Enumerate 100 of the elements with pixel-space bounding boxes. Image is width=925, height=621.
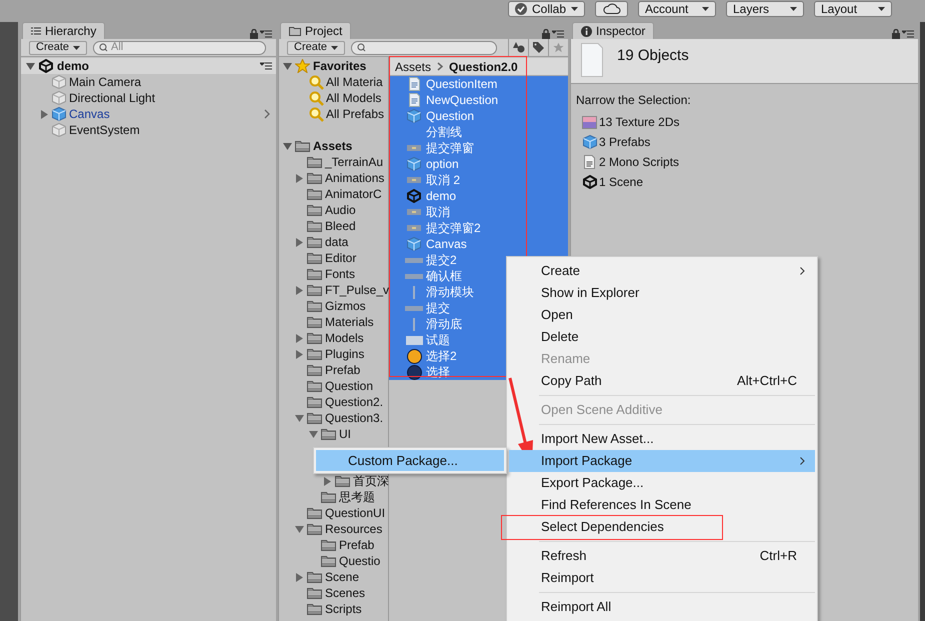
hierarchy-row[interactable]: Main Camera [21, 74, 276, 90]
tree-row[interactable]: data [279, 234, 388, 250]
scene-header[interactable]: demo [21, 58, 276, 74]
collapse-arrow-icon[interactable] [295, 526, 304, 532]
folder-icon [307, 348, 322, 360]
tree-item: data [325, 236, 348, 248]
hierarchy-row[interactable]: Directional Light [21, 90, 276, 106]
tree-item: Gizmos [325, 300, 366, 312]
tree-row[interactable]: Scenes [279, 585, 388, 601]
collapse-arrow-icon[interactable] [283, 142, 292, 150]
menu-item[interactable]: Import New Asset... [509, 428, 815, 450]
tree-row[interactable]: Materials [279, 314, 388, 330]
tree-row[interactable]: AnimatorC [279, 186, 388, 202]
toolbar-button[interactable] [595, 0, 628, 16]
asset-item[interactable]: Question [389, 108, 568, 124]
tree-row[interactable]: Prefab [279, 362, 388, 378]
collapse-arrow-icon[interactable] [283, 62, 292, 70]
tree-row[interactable]: Bleed [279, 218, 388, 234]
tree-row[interactable]: Gizmos [279, 298, 388, 314]
collapse-arrow-icon[interactable] [26, 62, 35, 70]
tree-row[interactable]: Models [279, 330, 388, 346]
tree-row[interactable]: Question3. [279, 410, 388, 426]
lock-icon[interactable] [250, 29, 258, 39]
search-field[interactable] [351, 40, 498, 54]
expand-arrow-icon[interactable] [296, 286, 303, 294]
menu-item[interactable]: Find References In Scene [509, 494, 815, 516]
cube-icon [52, 75, 66, 89]
asset-item[interactable]: QuestionItem [389, 76, 568, 92]
expand-arrow-icon[interactable] [296, 238, 303, 246]
panel-tab[interactable]: Project [280, 22, 352, 39]
tree-row[interactable]: UI [279, 426, 388, 442]
hierarchy-row[interactable]: Canvas [21, 106, 276, 122]
menu-item[interactable]: Select Dependencies [509, 516, 815, 538]
tree-item[interactable]: Assets [313, 140, 352, 152]
tree-row[interactable]: Prefab [279, 537, 388, 553]
hierarchy-row[interactable]: EventSystem [21, 122, 276, 138]
panel-tab[interactable]: Hierarchy [22, 22, 106, 39]
toolbar-button[interactable]: Layers [726, 0, 804, 16]
asset-item[interactable]: 分割线 [389, 124, 568, 140]
breadcrumb-item[interactable]: Assets [395, 60, 432, 72]
tree-row[interactable]: FT_Pulse_v [279, 282, 388, 298]
tree-row[interactable]: Question [279, 378, 388, 394]
menu-icon[interactable] [902, 30, 914, 38]
tree-item[interactable]: Favorites [313, 60, 366, 72]
asset-item[interactable]: 提交弹窗 [389, 140, 568, 156]
tree-row[interactable]: 首页深 [279, 473, 388, 489]
tree-row[interactable]: 思考题 [279, 489, 388, 505]
tree-row[interactable]: Fonts [279, 266, 388, 282]
tree-row[interactable]: _TerrainAu [279, 154, 388, 170]
tree-row[interactable]: Editor [279, 250, 388, 266]
menu-item[interactable]: Export Package... [509, 472, 815, 494]
asset-item[interactable]: NewQuestion [389, 92, 568, 108]
menu-item[interactable]: Refresh Ctrl+R [509, 545, 815, 567]
expand-arrow-icon[interactable] [296, 174, 303, 182]
tree-item[interactable]: All Prefabs [326, 108, 384, 120]
tree-row[interactable]: Questio [279, 553, 388, 569]
expand-arrow-icon[interactable] [296, 572, 303, 582]
tree-row[interactable]: QuestionUI [279, 505, 388, 521]
folder-icon [321, 555, 336, 567]
tree-row[interactable]: Resources [279, 521, 388, 537]
lock-icon[interactable] [892, 29, 900, 39]
menu-item[interactable]: Import Package [509, 450, 815, 472]
tree-row[interactable]: Scene [279, 569, 388, 585]
asset-item[interactable]: 取消 2 [389, 172, 568, 188]
asset-item[interactable]: 提交弹窗2 [389, 220, 568, 236]
tree-row[interactable]: Plugins [279, 346, 388, 362]
type-filter-item[interactable]: 3 Prefabs [599, 136, 650, 148]
type-filter-item[interactable]: 1 Scene [599, 176, 644, 188]
type-filter-item[interactable]: 13 Texture 2Ds [599, 116, 680, 128]
tree-item: Materials [325, 316, 374, 328]
tree-row[interactable]: Audio [279, 202, 388, 218]
tree-item[interactable]: All Models [326, 92, 382, 104]
expand-arrow-icon[interactable] [41, 110, 48, 118]
caret-icon [331, 46, 338, 50]
type-filter-item[interactable]: 2 Mono Scripts [599, 156, 680, 168]
expand-arrow-icon[interactable] [324, 476, 331, 486]
asset-item[interactable]: option [389, 156, 568, 172]
menu-icon[interactable] [552, 30, 564, 38]
create-button[interactable]: Create [29, 40, 88, 54]
tree-item[interactable]: All Materia [326, 76, 383, 88]
folder-icon [307, 204, 322, 216]
menu-item[interactable]: Custom Package... [316, 450, 504, 471]
panel-tab[interactable]: Inspector [572, 22, 654, 39]
menu-item[interactable]: Reimport [509, 567, 815, 589]
menu-icon[interactable] [260, 30, 272, 38]
asset-item[interactable]: demo [389, 188, 568, 204]
tree-row[interactable]: Scripts [279, 601, 388, 617]
create-button[interactable]: Create [287, 40, 346, 54]
toolbar-button[interactable]: Layout [814, 0, 892, 16]
asset-item[interactable]: 取消 [389, 204, 568, 220]
tree-row[interactable]: Animations [279, 170, 388, 186]
menu-icon[interactable] [260, 62, 272, 70]
breadcrumb-item[interactable]: Question2.0 [449, 60, 518, 72]
chevron-icon[interactable] [264, 109, 270, 119]
menu-item[interactable]: Reimport All [509, 596, 815, 618]
asset-item[interactable]: Canvas [389, 236, 568, 252]
tree-row[interactable]: Question2. [279, 394, 388, 410]
lock-icon[interactable] [542, 29, 550, 39]
toolbar-button[interactable]: Collab [508, 0, 585, 16]
toolbar-button[interactable]: Account [638, 0, 716, 16]
